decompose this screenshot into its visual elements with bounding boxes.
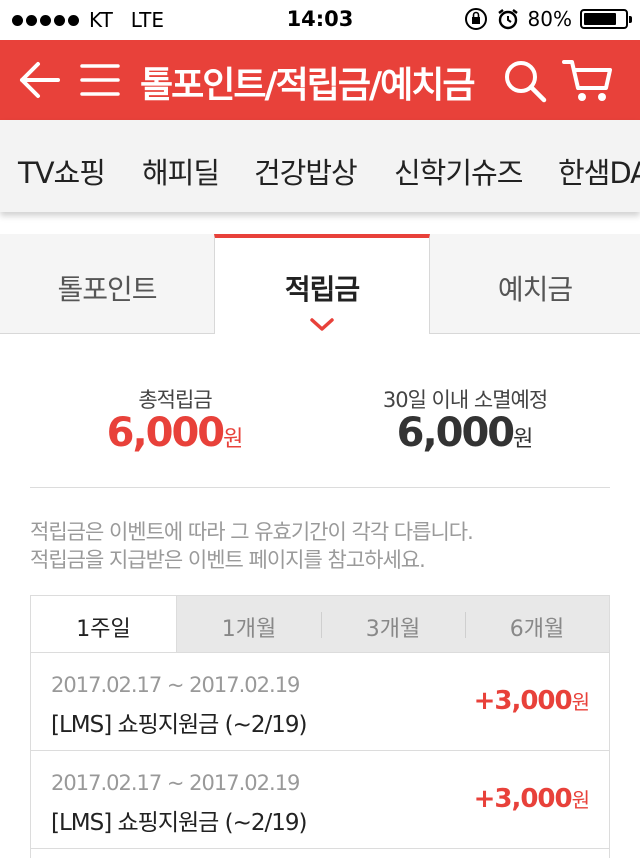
item-amount-value: +3,000 [473,784,573,814]
list-item: 2017.02.17 ~ 2017.02.19 [LMS] 쇼핑지원금 (~2/… [31,751,609,849]
status-bar: KT LTE 14:03 80% [0,0,640,40]
period-1-month[interactable]: 1개월 [177,596,321,652]
tab-label: 적립금 [284,273,360,306]
point-tabs: 톨포인트 적립금 예치금 [0,234,640,334]
category-item[interactable]: 신학기슈즈 [394,150,523,192]
cart-icon[interactable] [562,58,614,104]
category-item[interactable]: TV쇼핑 [18,150,106,192]
tab-deposit[interactable]: 예치금 [430,234,640,334]
orientation-lock-icon [464,8,487,30]
expiring-unit: 원 [513,427,534,452]
status-right: 80% [464,7,632,31]
item-amount-unit: 원 [571,690,590,714]
expiring-value: 6,000원 [360,410,570,456]
item-description: [LMS] 쇼핑지원금 (~2/19) [51,810,307,836]
expiring-amount: 6,000 [396,410,516,456]
search-icon[interactable] [502,58,548,104]
notice-line: 적립금을 지급받은 이벤트 페이지를 참고하세요. [30,548,426,572]
total-reward-unit: 원 [223,427,244,452]
battery-icon [580,9,632,29]
list-item: 2017.02.17 ~ 2017.02.19 [LMS] 쇼핑지원금 (~2/… [31,653,609,751]
divider [30,487,610,488]
item-description: [LMS] 쇼핑지원금 (~2/19) [51,712,307,738]
item-amount: +3,000원 [473,784,590,814]
tab-reward[interactable]: 적립금 [214,234,430,334]
tab-label: 예치금 [497,273,573,306]
item-date: 2017.02.17 ~ 2017.02.19 [51,771,300,795]
back-arrow-icon[interactable] [16,60,62,100]
total-reward-value: 6,000원 [90,410,260,456]
item-date: 2017.02.17 ~ 2017.02.19 [51,673,300,697]
tab-label: 톨포인트 [57,273,157,306]
menu-icon[interactable] [80,62,120,98]
alarm-icon [497,9,518,30]
item-amount-value: +3,000 [473,686,573,716]
reward-history-list: 2017.02.17 ~ 2017.02.19 [LMS] 쇼핑지원금 (~2/… [30,653,610,858]
chevron-down-icon [310,318,334,331]
battery-percent: 80% [527,7,572,31]
category-item[interactable]: 한샘DA [558,150,640,192]
notice-line: 적립금은 이벤트에 따라 그 유효기간이 각각 다릅니다. [30,520,474,544]
notice-text: 적립금은 이벤트에 따라 그 유효기간이 각각 다릅니다. 적립금을 지급받은 … [30,518,474,574]
category-nav: TV쇼핑 해피딜 건강밥상 신학기슈즈 한샘DA [0,120,640,212]
period-6-months[interactable]: 6개월 [465,596,609,652]
category-item[interactable]: 해피딜 [142,150,220,192]
item-amount-unit: 원 [571,788,590,812]
total-reward-amount: 6,000 [106,410,226,456]
category-item[interactable]: 건강밥상 [254,150,358,192]
app-header: 톨포인트/적립금/예치금 [0,40,640,120]
period-1-week[interactable]: 1주일 [31,596,177,652]
period-3-months[interactable]: 3개월 [321,596,465,652]
page-title: 톨포인트/적립금/예치금 [140,65,475,106]
tab-toll-point[interactable]: 톨포인트 [0,234,214,334]
item-amount: +3,000원 [473,686,590,716]
period-filter: 1주일 1개월 3개월 6개월 [30,595,610,653]
